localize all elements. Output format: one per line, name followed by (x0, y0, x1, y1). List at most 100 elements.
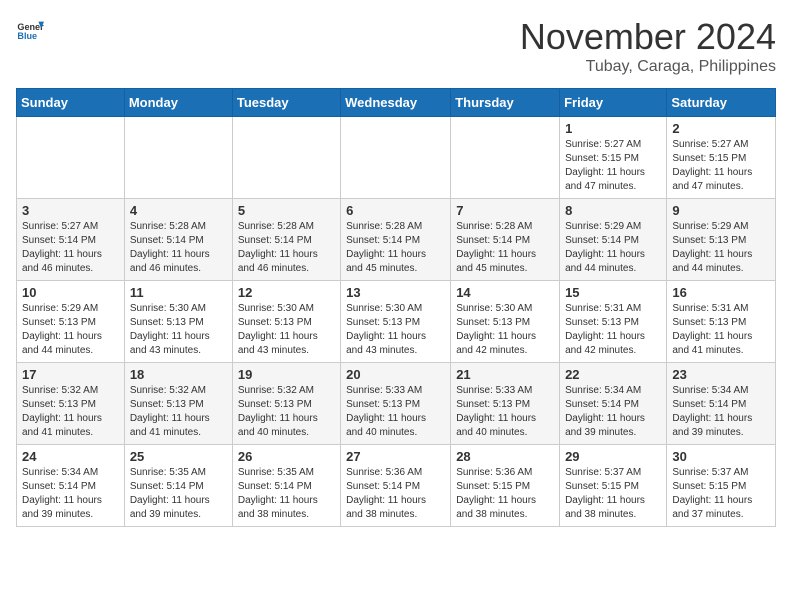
cell-info: Sunrise: 5:31 AM Sunset: 5:13 PM Dayligh… (672, 302, 770, 358)
cell-info: Sunrise: 5:30 AM Sunset: 5:13 PM Dayligh… (346, 302, 445, 358)
calendar-cell: 2 Sunrise: 5:27 AM Sunset: 5:15 PM Daylig… (667, 117, 776, 199)
day-number: 2 (672, 121, 770, 136)
col-header-tuesday: Tuesday (232, 89, 340, 117)
cell-info: Sunrise: 5:36 AM Sunset: 5:14 PM Dayligh… (346, 466, 445, 522)
cell-info: Sunrise: 5:37 AM Sunset: 5:15 PM Dayligh… (565, 466, 661, 522)
calendar-cell: 5 Sunrise: 5:28 AM Sunset: 5:14 PM Daylig… (232, 199, 340, 281)
cell-info: Sunrise: 5:30 AM Sunset: 5:13 PM Dayligh… (130, 302, 227, 358)
day-number: 4 (130, 203, 227, 218)
calendar-cell: 8Sunrise: 5:29 AM Sunset: 5:14 PM Daylig… (560, 199, 667, 281)
calendar-cell: 27 Sunrise: 5:36 AM Sunset: 5:14 PM Dayli… (341, 445, 451, 527)
cell-info: Sunrise: 5:28 AM Sunset: 5:14 PM Dayligh… (130, 220, 227, 276)
logo: General Blue (16, 16, 44, 44)
month-title: November 2024 (520, 16, 776, 58)
calendar-week-row: 10 Sunrise: 5:29 AM Sunset: 5:13 PM Dayli… (17, 281, 776, 363)
calendar-cell: 14Sunrise: 5:30 AM Sunset: 5:13 PM Dayli… (451, 281, 560, 363)
cell-info: Sunrise: 5:33 AM Sunset: 5:13 PM Dayligh… (456, 384, 554, 440)
calendar-cell: 3 Sunrise: 5:27 AM Sunset: 5:14 PM Daylig… (17, 199, 125, 281)
calendar-cell: 17Sunrise: 5:32 AM Sunset: 5:13 PM Dayli… (17, 363, 125, 445)
day-number: 24 (22, 449, 119, 464)
day-number: 19 (238, 367, 335, 382)
calendar-cell: 22 Sunrise: 5:34 AM Sunset: 5:14 PM Dayli… (560, 363, 667, 445)
calendar-cell: 30Sunrise: 5:37 AM Sunset: 5:15 PM Dayli… (667, 445, 776, 527)
cell-info: Sunrise: 5:37 AM Sunset: 5:15 PM Dayligh… (672, 466, 770, 522)
calendar-cell: 13 Sunrise: 5:30 AM Sunset: 5:13 PM Dayli… (341, 281, 451, 363)
calendar-cell: 21Sunrise: 5:33 AM Sunset: 5:13 PM Dayli… (451, 363, 560, 445)
day-number: 16 (672, 285, 770, 300)
day-number: 3 (22, 203, 119, 218)
day-number: 29 (565, 449, 661, 464)
svg-text:Blue: Blue (17, 31, 37, 41)
cell-info: Sunrise: 5:36 AM Sunset: 5:15 PM Dayligh… (456, 466, 554, 522)
cell-info: Sunrise: 5:27 AM Sunset: 5:14 PM Dayligh… (22, 220, 119, 276)
cell-info: Sunrise: 5:34 AM Sunset: 5:14 PM Dayligh… (565, 384, 661, 440)
cell-info: Sunrise: 5:32 AM Sunset: 5:13 PM Dayligh… (238, 384, 335, 440)
calendar-cell: 18 Sunrise: 5:32 AM Sunset: 5:13 PM Dayli… (124, 363, 232, 445)
day-number: 11 (130, 285, 227, 300)
calendar-cell: 7 Sunrise: 5:28 AM Sunset: 5:14 PM Daylig… (451, 199, 560, 281)
col-header-monday: Monday (124, 89, 232, 117)
calendar-cell: 16 Sunrise: 5:31 AM Sunset: 5:13 PM Dayli… (667, 281, 776, 363)
day-number: 17 (22, 367, 119, 382)
calendar-cell: 19 Sunrise: 5:32 AM Sunset: 5:13 PM Dayli… (232, 363, 340, 445)
cell-info: Sunrise: 5:32 AM Sunset: 5:13 PM Dayligh… (130, 384, 227, 440)
day-number: 27 (346, 449, 445, 464)
day-number: 9 (672, 203, 770, 218)
cell-info: Sunrise: 5:28 AM Sunset: 5:14 PM Dayligh… (456, 220, 554, 276)
calendar-cell (124, 117, 232, 199)
cell-info: Sunrise: 5:34 AM Sunset: 5:14 PM Dayligh… (22, 466, 119, 522)
cell-info: Sunrise: 5:30 AM Sunset: 5:13 PM Dayligh… (456, 302, 554, 358)
cell-info: Sunrise: 5:29 AM Sunset: 5:13 PM Dayligh… (22, 302, 119, 358)
calendar-cell: 9 Sunrise: 5:29 AM Sunset: 5:13 PM Daylig… (667, 199, 776, 281)
col-header-sunday: Sunday (17, 89, 125, 117)
title-block: November 2024 Tubay, Caraga, Philippines (520, 16, 776, 76)
calendar-cell: 6Sunrise: 5:28 AM Sunset: 5:14 PM Daylig… (341, 199, 451, 281)
cell-info: Sunrise: 5:35 AM Sunset: 5:14 PM Dayligh… (130, 466, 227, 522)
day-number: 28 (456, 449, 554, 464)
calendar-cell (341, 117, 451, 199)
calendar-week-row: 1 Sunrise: 5:27 AM Sunset: 5:15 PM Daylig… (17, 117, 776, 199)
calendar-cell (451, 117, 560, 199)
calendar-cell: 23 Sunrise: 5:34 AM Sunset: 5:14 PM Dayli… (667, 363, 776, 445)
day-number: 12 (238, 285, 335, 300)
calendar-cell: 4 Sunrise: 5:28 AM Sunset: 5:14 PM Daylig… (124, 199, 232, 281)
page-header: General Blue November 2024 Tubay, Caraga… (16, 16, 776, 76)
calendar-week-row: 3 Sunrise: 5:27 AM Sunset: 5:14 PM Daylig… (17, 199, 776, 281)
day-number: 10 (22, 285, 119, 300)
day-number: 5 (238, 203, 335, 218)
calendar-cell: 1 Sunrise: 5:27 AM Sunset: 5:15 PM Daylig… (560, 117, 667, 199)
calendar-cell: 15 Sunrise: 5:31 AM Sunset: 5:13 PM Dayli… (560, 281, 667, 363)
cell-info: Sunrise: 5:28 AM Sunset: 5:14 PM Dayligh… (238, 220, 335, 276)
day-number: 1 (565, 121, 661, 136)
cell-info: Sunrise: 5:28 AM Sunset: 5:14 PM Dayligh… (346, 220, 445, 276)
day-number: 13 (346, 285, 445, 300)
day-number: 23 (672, 367, 770, 382)
col-header-wednesday: Wednesday (341, 89, 451, 117)
calendar-cell: 12 Sunrise: 5:30 AM Sunset: 5:13 PM Dayli… (232, 281, 340, 363)
calendar-week-row: 24 Sunrise: 5:34 AM Sunset: 5:14 PM Dayli… (17, 445, 776, 527)
cell-info: Sunrise: 5:35 AM Sunset: 5:14 PM Dayligh… (238, 466, 335, 522)
calendar-cell: 25Sunrise: 5:35 AM Sunset: 5:14 PM Dayli… (124, 445, 232, 527)
calendar-week-row: 17 Sunrise: 5:32 AM Sunset: 5:13 PM Dayli… (17, 363, 776, 445)
cell-info: Sunrise: 5:30 AM Sunset: 5:13 PM Dayligh… (238, 302, 335, 358)
cell-info: Sunrise: 5:27 AM Sunset: 5:15 PM Dayligh… (672, 138, 770, 194)
calendar-cell (232, 117, 340, 199)
calendar-table: SundayMondayTuesdayWednesdayThursdayFrid… (16, 88, 776, 527)
logo-icon: General Blue (16, 16, 44, 44)
col-header-saturday: Saturday (667, 89, 776, 117)
day-number: 18 (130, 367, 227, 382)
day-number: 15 (565, 285, 661, 300)
cell-info: Sunrise: 5:29 AM Sunset: 5:13 PM Dayligh… (672, 220, 770, 276)
calendar-cell: 28 Sunrise: 5:36 AM Sunset: 5:15 PM Dayli… (451, 445, 560, 527)
cell-info: Sunrise: 5:27 AM Sunset: 5:15 PM Dayligh… (565, 138, 661, 194)
day-number: 22 (565, 367, 661, 382)
calendar-cell: 10 Sunrise: 5:29 AM Sunset: 5:13 PM Dayli… (17, 281, 125, 363)
cell-info: Sunrise: 5:31 AM Sunset: 5:13 PM Dayligh… (565, 302, 661, 358)
cell-info: Sunrise: 5:29 AM Sunset: 5:14 PM Dayligh… (565, 220, 661, 276)
calendar-cell: 20 Sunrise: 5:33 AM Sunset: 5:13 PM Dayli… (341, 363, 451, 445)
day-number: 20 (346, 367, 445, 382)
day-number: 26 (238, 449, 335, 464)
cell-info: Sunrise: 5:33 AM Sunset: 5:13 PM Dayligh… (346, 384, 445, 440)
day-number: 7 (456, 203, 554, 218)
cell-info: Sunrise: 5:34 AM Sunset: 5:14 PM Dayligh… (672, 384, 770, 440)
